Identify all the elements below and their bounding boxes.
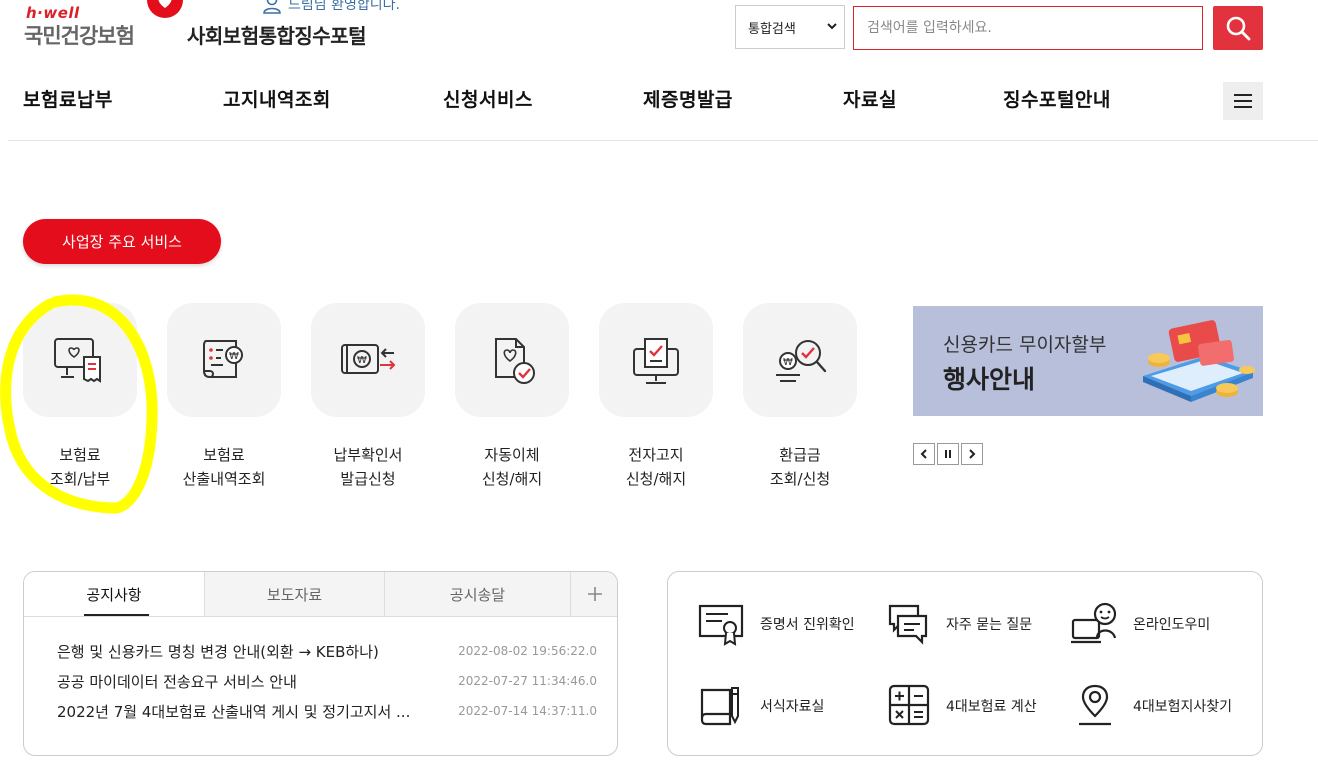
quick-link-label: 4대보험료 계산 xyxy=(946,699,1037,715)
user-icon xyxy=(263,0,281,14)
card-transfer-icon: ₩ xyxy=(341,344,396,374)
phone-card-coins-icon xyxy=(1143,320,1255,402)
online-helper-icon xyxy=(1071,602,1117,644)
nav-item-payment[interactable]: 보험료납부 xyxy=(23,85,113,112)
tab-public-service[interactable]: 공시송달 xyxy=(385,572,571,616)
service-e-notice[interactable] xyxy=(599,303,713,417)
nav-item-application[interactable]: 신청서비스 xyxy=(443,85,533,112)
service-auto-transfer[interactable] xyxy=(455,303,569,417)
service-payment-confirmation[interactable]: ₩ xyxy=(311,303,425,417)
notice-title[interactable]: 공공 마이데이터 전송요구 서비스 안내 xyxy=(57,671,297,692)
list-item[interactable]: 2022년 7월 4대보험료 산출내역 게시 및 정기고지서 ... 2022-… xyxy=(57,701,597,722)
service-label-line2: 신청/해지 xyxy=(625,470,687,488)
chevron-right-icon xyxy=(969,449,976,459)
svg-text:₩: ₩ xyxy=(357,355,367,366)
quick-link-label: 증명서 진위확인 xyxy=(760,617,855,633)
nav-item-archive[interactable]: 자료실 xyxy=(843,85,897,112)
chevron-left-icon xyxy=(920,449,927,459)
quick-links-panel: 증명서 진위확인 자주 묻는 질문 온라인도우미 서식자료실 4대보험료 계산 … xyxy=(667,571,1263,756)
quick-link-label: 서식자료실 xyxy=(760,699,825,715)
quick-link-label: 자주 묻는 질문 xyxy=(946,617,1033,633)
service-label-line1: 자동이체 xyxy=(484,446,540,464)
search-scope-value: 통합검색 xyxy=(748,21,796,37)
service-label[interactable]: 전자고지 신청/해지 xyxy=(584,443,728,491)
promo-banner[interactable]: 신용카드 무이자할부 행사안내 xyxy=(913,306,1263,416)
service-label-line2: 조회/신청 xyxy=(769,470,831,488)
search-input[interactable] xyxy=(853,6,1203,50)
quick-link-faq[interactable]: 자주 묻는 질문 xyxy=(886,602,1032,646)
banner-line1: 신용카드 무이자할부 xyxy=(943,334,1107,356)
menu-button[interactable] xyxy=(1223,82,1263,120)
tab-press[interactable]: 보도자료 xyxy=(205,572,385,616)
nav-item-portal-guide[interactable]: 징수포털안내 xyxy=(1003,85,1111,112)
quick-link-forms[interactable]: 서식자료실 xyxy=(698,684,824,728)
search-button[interactable] xyxy=(1213,6,1263,50)
svg-text:₩: ₩ xyxy=(783,357,793,368)
quick-link-premium-calculator[interactable]: 4대보험료 계산 xyxy=(886,684,1037,728)
portal-title[interactable]: 사회보험통합징수포털 xyxy=(187,20,367,49)
chevron-down-icon xyxy=(827,23,837,30)
service-refund[interactable]: ₩ xyxy=(743,303,857,417)
banner-line2: 행사안내 xyxy=(943,365,1036,394)
hamburger-icon xyxy=(1234,94,1252,108)
service-label-line2: 산출내역조회 xyxy=(182,470,266,488)
service-label[interactable]: 환급금 조회/신청 xyxy=(728,443,872,491)
notice-date: 2022-07-14 14:37:11.0 xyxy=(458,704,597,718)
service-label-line2: 신청/해지 xyxy=(481,470,543,488)
logo-name[interactable]: 국민건강보험 xyxy=(24,20,135,50)
search-scope-select[interactable]: 통합검색 xyxy=(735,5,845,49)
welcome-message: 드림님 환영합니다. xyxy=(262,0,400,14)
nav-item-certificate[interactable]: 제증명발급 xyxy=(643,85,733,112)
quick-link-branch-finder[interactable]: 4대보험지사찾기 xyxy=(1071,684,1232,728)
welcome-text: 드림님 환영합니다. xyxy=(288,0,400,13)
monitor-document-check-icon xyxy=(633,338,679,384)
coins-magnifier-icon: ₩ xyxy=(776,340,827,382)
more-button[interactable] xyxy=(571,572,617,616)
tab-notices[interactable]: 공지사항 xyxy=(24,572,205,616)
notice-date: 2022-08-02 19:56:22.0 xyxy=(458,644,597,658)
highlight-circle xyxy=(0,294,158,514)
document-check-icon xyxy=(495,338,535,384)
service-label-line1: 납부확인서 xyxy=(333,446,403,464)
service-label-line1: 전자고지 xyxy=(628,446,684,464)
banner-pause-button[interactable] xyxy=(937,443,959,465)
quick-link-certificate-verify[interactable]: 증명서 진위확인 xyxy=(698,602,855,646)
document-won-icon: ₩ xyxy=(203,340,243,378)
notice-tabs: 공지사항 보도자료 공시송달 xyxy=(24,572,617,617)
certificate-icon xyxy=(698,604,744,646)
service-label-line2: 발급신청 xyxy=(340,470,396,488)
calculator-icon xyxy=(888,684,930,726)
quick-link-label: 4대보험지사찾기 xyxy=(1133,699,1233,715)
svg-text:₩: ₩ xyxy=(229,351,239,362)
service-label[interactable]: 자동이체 신청/해지 xyxy=(440,443,584,491)
service-label-line1: 보험료 xyxy=(203,446,245,464)
active-tab-underline xyxy=(84,614,149,616)
notice-title[interactable]: 은행 및 신용카드 명칭 변경 안내(외환 → KEB하나) xyxy=(57,641,379,662)
nav-item-notice-inquiry[interactable]: 고지내역조회 xyxy=(223,85,331,112)
pause-icon xyxy=(945,450,951,458)
service-label-line1: 환급금 xyxy=(779,446,821,464)
quick-link-online-helper[interactable]: 온라인도우미 xyxy=(1071,602,1210,646)
notice-board: 공지사항 보도자료 공시송달 은행 및 신용카드 명칭 변경 안내(외환 → K… xyxy=(23,571,618,756)
list-item[interactable]: 공공 마이데이터 전송요구 서비스 안내 2022-07-27 11:34:46… xyxy=(57,671,597,692)
service-label[interactable]: 납부확인서 발급신청 xyxy=(296,443,440,491)
quick-link-label: 온라인도우미 xyxy=(1133,617,1211,633)
services-title-pill[interactable]: 사업장 주요 서비스 xyxy=(23,219,221,264)
list-item[interactable]: 은행 및 신용카드 명칭 변경 안내(외환 → KEB하나) 2022-08-0… xyxy=(57,641,597,662)
banner-next-button[interactable] xyxy=(961,443,983,465)
chat-bubbles-icon xyxy=(888,604,928,645)
service-label[interactable]: 보험료 산출내역조회 xyxy=(152,443,296,491)
logo-heart-icon xyxy=(147,0,183,18)
search-icon xyxy=(1226,16,1251,41)
banner-prev-button[interactable] xyxy=(913,443,935,465)
service-premium-calculation[interactable]: ₩ xyxy=(167,303,281,417)
plus-icon xyxy=(588,587,602,601)
location-pin-icon xyxy=(1079,684,1111,726)
notice-date: 2022-07-27 11:34:46.0 xyxy=(458,674,597,688)
book-pencil-icon xyxy=(700,687,739,726)
notice-title[interactable]: 2022년 7월 4대보험료 산출내역 게시 및 정기고지서 ... xyxy=(57,701,410,722)
header-divider xyxy=(8,140,1318,141)
